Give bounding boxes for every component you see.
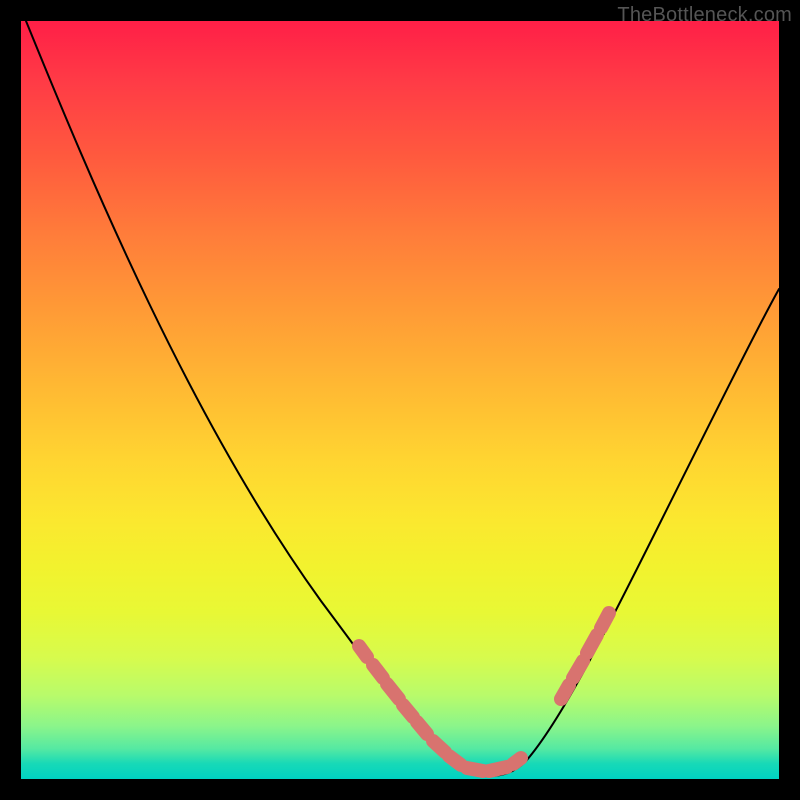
chart-frame: TheBottleneck.com bbox=[0, 0, 800, 800]
dash-cluster-trough bbox=[433, 741, 521, 771]
dash-cluster-left bbox=[359, 646, 427, 734]
watermark-text: TheBottleneck.com bbox=[617, 4, 792, 27]
dash-cluster-right bbox=[561, 613, 609, 699]
bottleneck-curve bbox=[26, 21, 779, 776]
plot-area bbox=[21, 21, 779, 779]
curve-svg bbox=[21, 21, 779, 779]
